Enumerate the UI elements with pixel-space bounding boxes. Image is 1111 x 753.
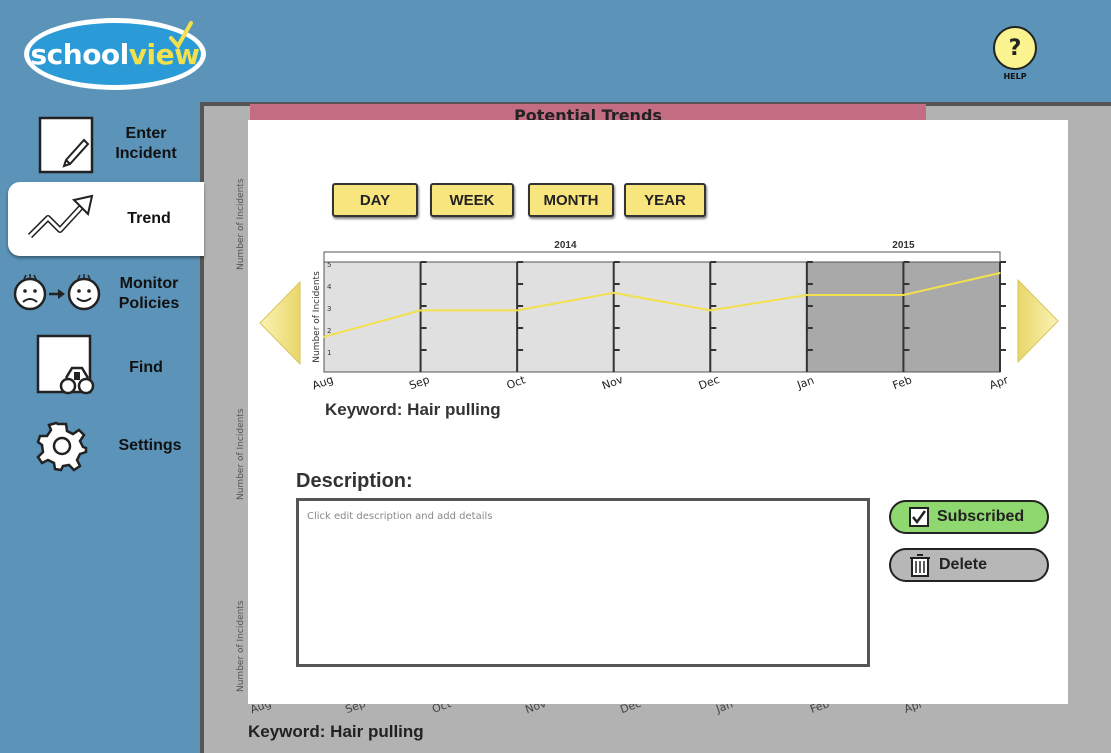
x-tick-label: Sep [407,373,431,392]
gear-icon [36,421,88,472]
bg-axis-label-1: Number of Incidents [236,178,246,270]
nav-label-line1: Enter [125,125,167,142]
x-tick-label: Dec [697,373,721,392]
nav-find[interactable]: Find [0,332,200,404]
series-point [323,336,325,338]
nav-label-line1: Find [129,359,163,376]
range-day-button[interactable]: DAY [332,183,418,217]
range-month-button[interactable]: MONTH [528,183,614,217]
year-label: 2015 [892,240,915,251]
x-tick-label: Apr [988,373,1011,392]
y-tick-label: 3 [327,305,331,313]
description-placeholder: Click edit description and add details [307,511,493,522]
year-label: 2014 [554,240,577,251]
subscribed-button[interactable]: Subscribed [889,500,1049,534]
x-tick-label: Feb [891,373,914,392]
nav-label-line2: Policies [118,295,180,312]
nav-label-line1: Settings [118,437,182,454]
trend-chart: 2014 201512345Number of IncidentsAug Sep Oc… [310,240,1011,393]
bg-axis-label-2: Number of Incidents [236,408,246,500]
series-point [999,272,1001,274]
previous-arrow-icon[interactable] [258,280,302,366]
help-button[interactable]: ? HELP [993,26,1037,100]
logo-text-school: school [30,37,130,71]
y-tick-label: 1 [327,349,331,357]
x-tick-label: Nov [600,373,625,393]
binoculars-document-icon [36,334,95,395]
edit-document-icon [38,116,94,174]
help-label: HELP [1003,72,1027,81]
nav-label-line2: Incident [115,145,177,162]
y-tick-label: 5 [327,261,331,269]
series-point [709,309,712,312]
keyword-label: Keyword: Hair pulling [325,400,501,419]
bg-axis-label-3: Number of Incidents [236,600,246,692]
logo-check-icon [169,21,193,50]
y-tick-label: 4 [327,283,332,291]
help-icon[interactable]: ? [993,26,1037,70]
x-tick-label: Jan [795,374,816,392]
trend-arrow-icon [27,194,94,239]
trash-icon [909,553,931,577]
range-week-button[interactable]: WEEK [430,183,514,217]
series-point [806,294,808,296]
nav-label-line1: Trend [127,210,171,227]
description-title: Description: [296,470,413,492]
nav-trend[interactable]: Trend [8,182,204,256]
year-band [323,251,1001,263]
nav-label-line1: Monitor [119,275,179,292]
nav-monitor-policies[interactable]: Monitor Policies [0,258,200,330]
card-title: Potential Trends [514,106,662,120]
subscribed-label: Subscribed [937,508,1025,525]
checkbox-checked-icon [909,507,929,527]
range-year-button[interactable]: YEAR [624,183,706,217]
y-axis-label: Number of Incidents [312,271,322,363]
bg-keyword: Keyword: Hair pulling [248,722,424,741]
x-tick-label: Aug [310,373,335,393]
delete-button[interactable]: Delete [889,548,1049,582]
sad-to-happy-icon [13,274,101,311]
nav-enter-incident[interactable]: Enter Incident [0,112,200,184]
x-tick-label: Oct [505,373,528,392]
series-point [612,292,615,294]
series-point [419,309,422,312]
series-point [902,294,905,296]
series-point [516,309,518,312]
delete-label: Delete [939,556,988,573]
nav-settings[interactable]: Settings [0,410,200,482]
description-textarea[interactable]: Click edit description and add details [296,498,870,667]
schoolview-logo: school view [24,18,206,90]
